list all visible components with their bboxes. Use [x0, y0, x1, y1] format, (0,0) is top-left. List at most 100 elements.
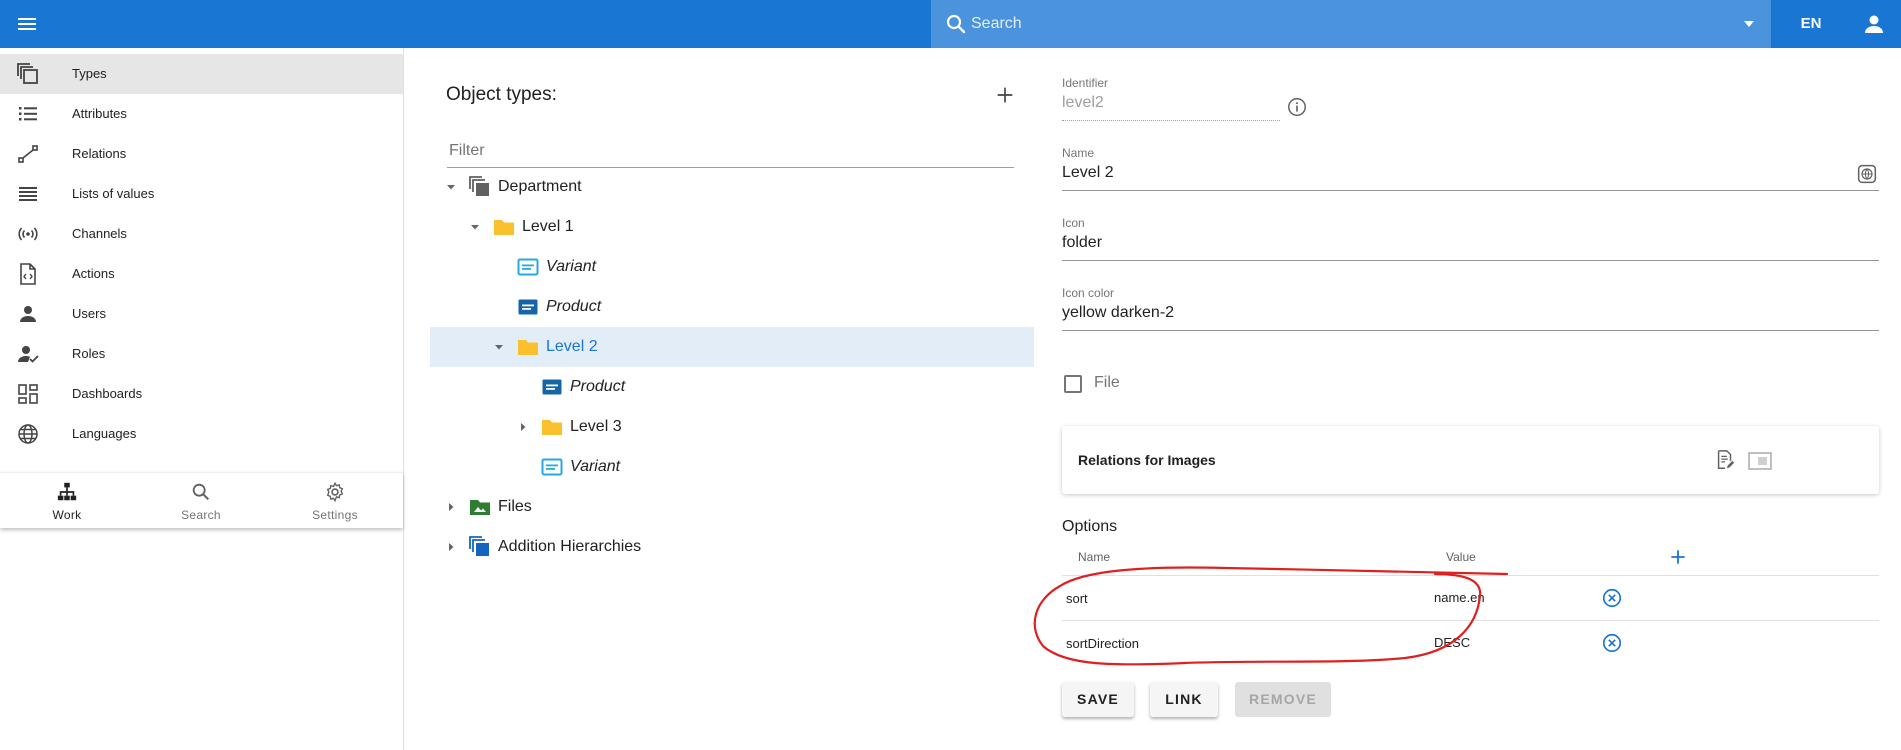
tree-node-product[interactable]: Product — [430, 367, 1034, 407]
tree-node-label: Product — [570, 378, 626, 395]
remove-option-icon[interactable] — [1601, 632, 1623, 654]
bottom-nav-settings[interactable]: Settings — [268, 473, 402, 529]
product-doc-icon — [540, 375, 564, 399]
bottom-nav-label: Work — [52, 508, 82, 522]
lines-icon — [16, 182, 40, 206]
icon-field[interactable]: folder — [1062, 234, 1102, 252]
tree-node-product[interactable]: Product — [430, 287, 1034, 327]
option-value-cell[interactable]: DESC — [1434, 635, 1470, 650]
image-card-icon[interactable] — [1748, 451, 1772, 471]
sidebar-item-roles[interactable]: Roles — [0, 334, 403, 374]
tree-node-label: Product — [546, 298, 602, 315]
option-name-cell[interactable]: sort — [1066, 591, 1088, 606]
remove-option-icon[interactable] — [1601, 587, 1623, 609]
gear-icon — [324, 481, 346, 503]
sidebar-item-label: Relations — [72, 146, 127, 161]
red-annotation-circle — [1033, 566, 1509, 666]
options-row-divider — [1062, 620, 1879, 621]
relations-card-title: Relations for Images — [1078, 452, 1216, 468]
folder-icon — [492, 215, 516, 239]
sidebar-item-label: Types — [72, 66, 107, 81]
info-icon[interactable] — [1286, 96, 1308, 118]
file-checkbox-label: File — [1094, 374, 1120, 391]
tree-node-addition-hierarchies[interactable]: Addition Hierarchies — [430, 527, 1034, 567]
option-name-cell[interactable]: sortDirection — [1066, 636, 1139, 651]
caret-down-icon[interactable] — [493, 341, 505, 353]
identifier-field: level2 — [1062, 94, 1104, 111]
checkbox-icon[interactable] — [1064, 375, 1082, 393]
caret-right-icon[interactable] — [445, 501, 457, 513]
bottom-nav-search[interactable]: Search — [134, 473, 268, 529]
tree-node-label: Addition Hierarchies — [498, 538, 642, 555]
tree-node-department[interactable]: Department — [430, 167, 1034, 207]
caret-down-icon[interactable] — [469, 221, 481, 233]
caret-right-icon[interactable] — [517, 421, 529, 433]
left-navigation: Types Attributes Relations Lists of valu… — [0, 48, 404, 750]
sidebar-item-label: Actions — [72, 266, 115, 281]
save-button[interactable]: SAVE — [1062, 682, 1134, 717]
sidebar-item-languages[interactable]: Languages — [0, 414, 403, 454]
sidebar-item-label: Roles — [72, 346, 106, 361]
search-input[interactable] — [971, 0, 1711, 48]
sidebar-item-label: Attributes — [72, 106, 127, 121]
tree-node-level-2[interactable]: Level 2 — [430, 327, 1034, 367]
icon-color-label: Icon color — [1062, 286, 1115, 300]
add-type-button[interactable] — [994, 84, 1016, 106]
tree-node-label: Level 3 — [570, 418, 622, 435]
name-underline — [1062, 190, 1879, 191]
tree-node-files[interactable]: Files — [430, 487, 1034, 527]
tree-node-level-1[interactable]: Level 1 — [430, 207, 1034, 247]
sidebar-item-users[interactable]: Users — [0, 294, 403, 334]
sidebar-item-dashboards[interactable]: Dashboards — [0, 374, 403, 414]
bottom-navigation: Work Search Settings — [0, 472, 403, 528]
search-dropdown-icon[interactable] — [1743, 18, 1755, 30]
filter-input[interactable] — [447, 135, 1014, 167]
sidebar-item-lists-of-values[interactable]: Lists of values — [0, 174, 403, 214]
caret-down-icon[interactable] — [445, 181, 457, 193]
tree-node-variant[interactable]: Variant — [430, 247, 1034, 287]
sidebar-item-attributes[interactable]: Attributes — [0, 94, 403, 134]
folder-icon — [540, 415, 564, 439]
bottom-nav-work[interactable]: Work — [0, 473, 134, 529]
icon-color-field[interactable]: yellow darken-2 — [1062, 304, 1174, 322]
translate-globe-icon[interactable] — [1857, 164, 1877, 184]
edit-document-icon[interactable] — [1714, 449, 1736, 471]
tree-node-variant[interactable]: Variant — [430, 447, 1034, 487]
folder-icon — [516, 335, 540, 359]
account-icon[interactable] — [1862, 12, 1886, 36]
bottom-nav-label: Search — [181, 508, 221, 522]
tree-node-label: Level 2 — [546, 338, 598, 355]
language-button[interactable]: EN — [1786, 0, 1836, 48]
search-icon — [944, 12, 968, 36]
image-folder-icon — [468, 495, 492, 519]
tree-node-label: Variant — [546, 258, 597, 275]
caret-right-icon[interactable] — [445, 541, 457, 553]
person-icon — [16, 302, 40, 326]
identifier-underline — [1062, 120, 1280, 121]
icon-label: Icon — [1062, 216, 1085, 230]
product-doc-icon — [516, 295, 540, 319]
sidebar-item-channels[interactable]: Channels — [0, 214, 403, 254]
options-value-header: Value — [1446, 550, 1476, 564]
sidebar-item-label: Channels — [72, 226, 127, 241]
options-header-divider — [1062, 575, 1879, 576]
option-value-cell[interactable]: name.en — [1434, 590, 1485, 605]
link-button[interactable]: LINK — [1150, 682, 1218, 717]
remove-button: REMOVE — [1235, 682, 1331, 717]
tree-node-level-3[interactable]: Level 3 — [430, 407, 1034, 447]
identifier-label: Identifier — [1062, 76, 1109, 90]
sidebar-item-types[interactable]: Types — [0, 54, 403, 94]
dashboard-icon — [16, 382, 40, 406]
tree-node-label: Department — [498, 178, 582, 195]
add-option-button[interactable] — [1668, 547, 1688, 567]
icon-color-underline — [1062, 330, 1879, 331]
name-label: Name — [1062, 146, 1095, 160]
sidebar-item-relations[interactable]: Relations — [0, 134, 403, 174]
hamburger-menu-icon[interactable] — [15, 12, 39, 36]
types-icon — [468, 175, 492, 199]
sidebar-item-actions[interactable]: Actions — [0, 254, 403, 294]
tree-node-label: Files — [498, 498, 532, 515]
top-app-bar: EN — [0, 0, 1901, 48]
name-field[interactable]: Level 2 — [1062, 164, 1114, 182]
search-icon — [190, 481, 212, 503]
